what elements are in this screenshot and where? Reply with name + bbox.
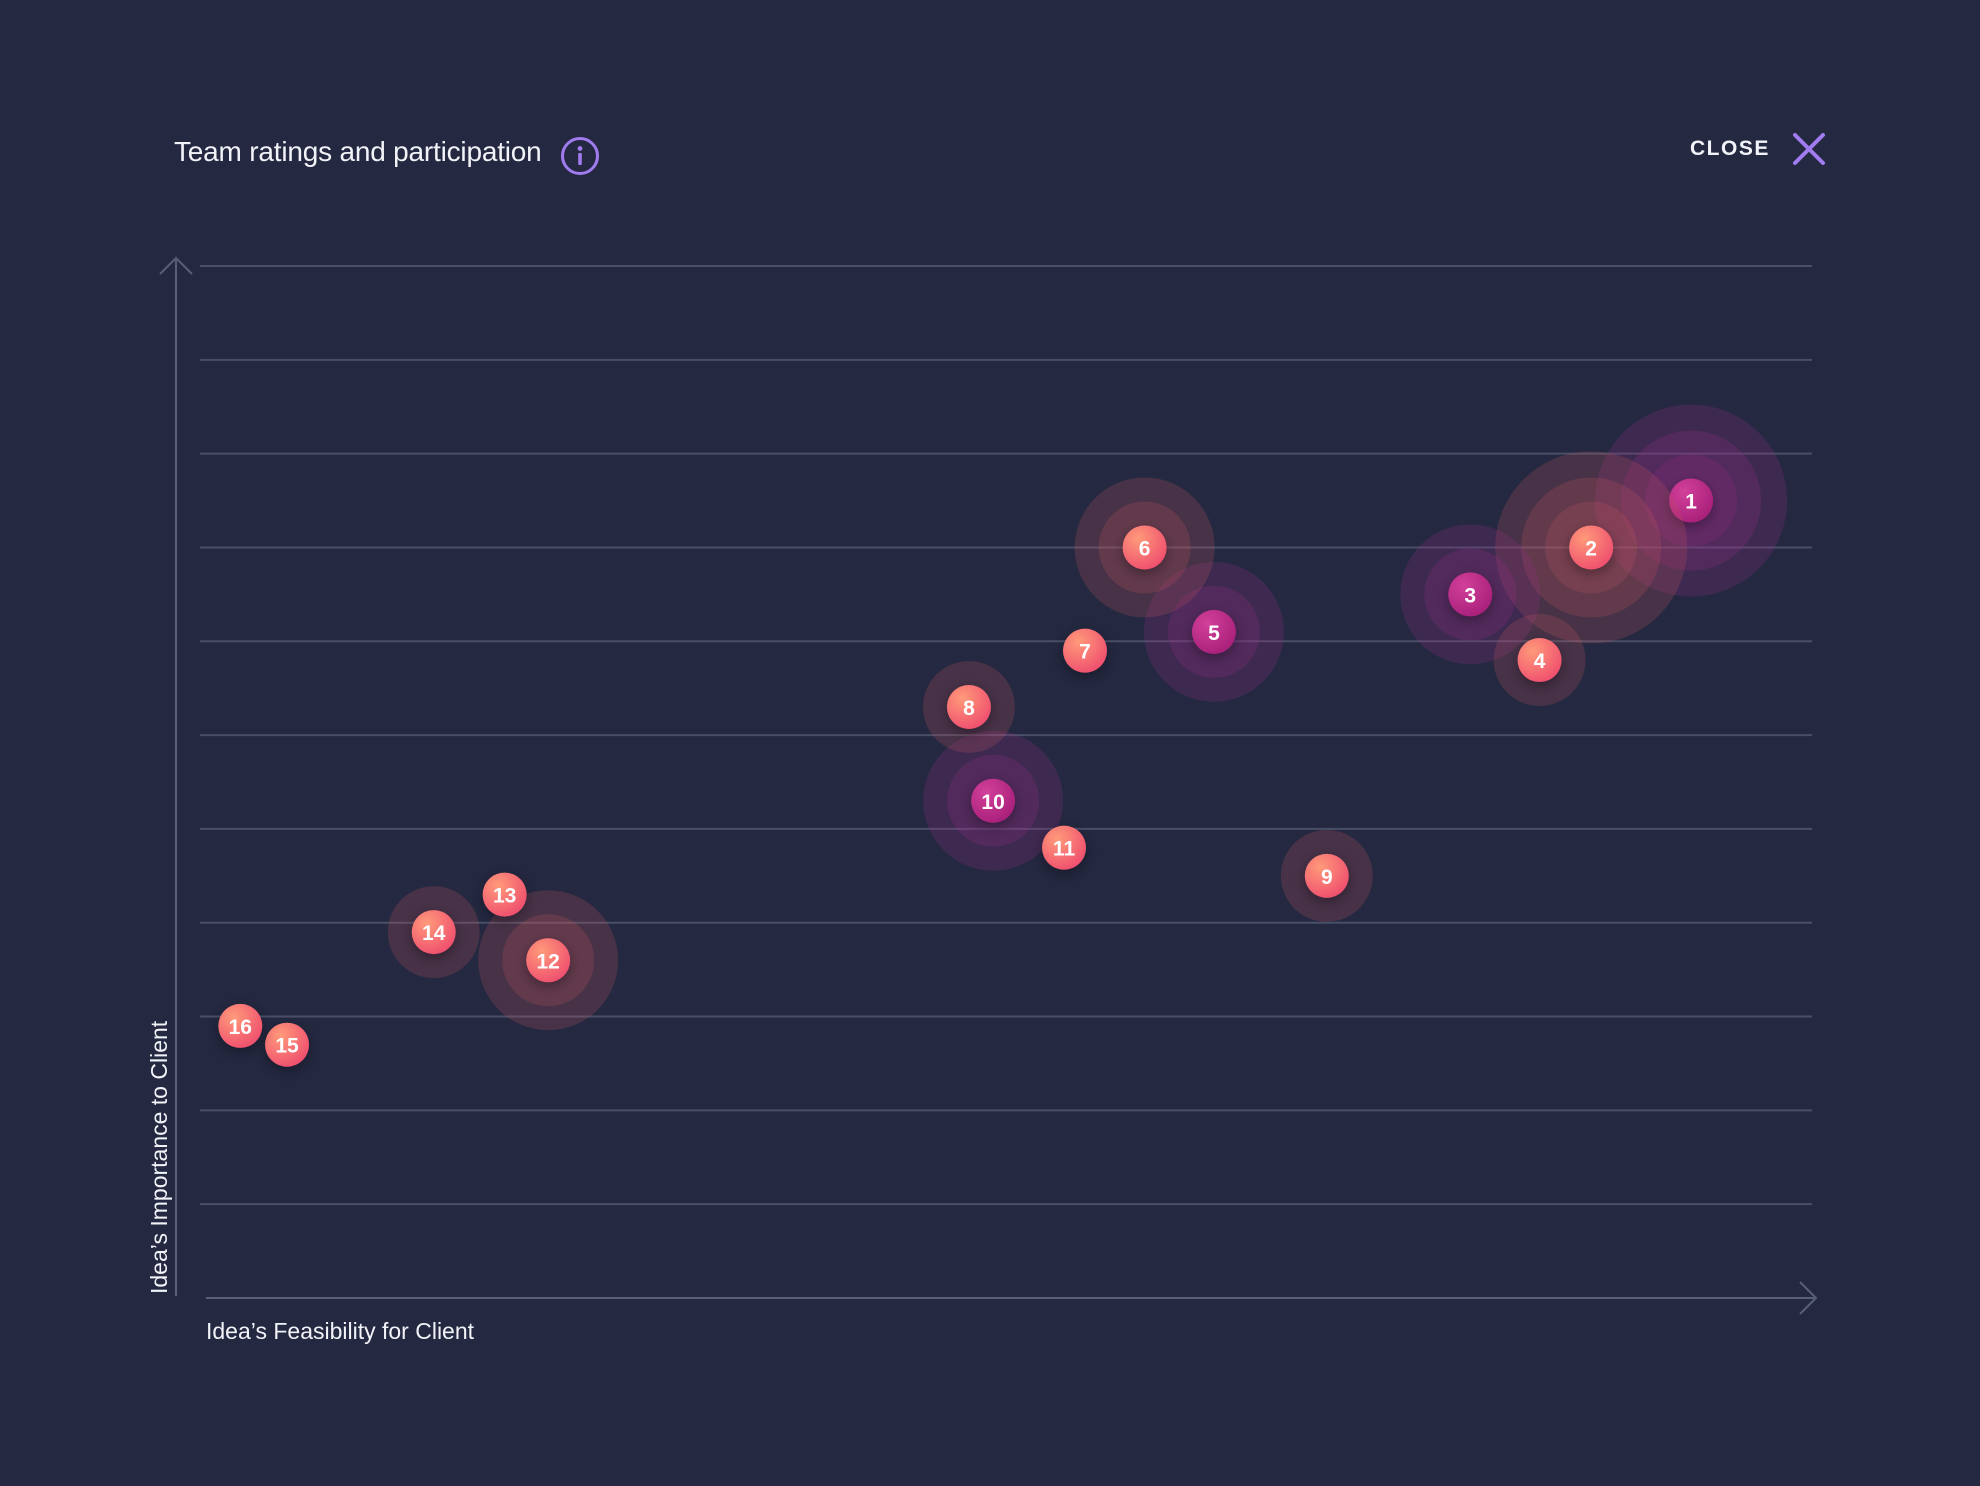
- point-label: 13: [493, 885, 516, 908]
- point-label: 7: [1079, 641, 1091, 664]
- data-point-6[interactable]: 6: [1074, 477, 1215, 618]
- data-point-9[interactable]: 9: [1280, 829, 1373, 922]
- point-label: 15: [275, 1035, 299, 1058]
- point-label: 12: [537, 950, 560, 973]
- data-point-11[interactable]: 11: [1042, 825, 1087, 870]
- data-point-13[interactable]: 13: [482, 872, 527, 917]
- point-label: 6: [1139, 537, 1151, 560]
- point-label: 9: [1321, 866, 1333, 889]
- y-axis-label: Idea’s Importance to Client: [146, 1020, 172, 1294]
- point-label: 16: [229, 1016, 252, 1039]
- scatter-chart: 12356101248914711131516: [159, 256, 1818, 1315]
- point-label: 8: [963, 697, 975, 720]
- point-label: 3: [1464, 584, 1476, 607]
- data-point-16[interactable]: 16: [218, 1003, 263, 1048]
- data-point-4[interactable]: 4: [1493, 614, 1586, 707]
- data-point-8[interactable]: 8: [922, 660, 1015, 753]
- data-point-10[interactable]: 10: [923, 730, 1064, 871]
- point-label: 14: [422, 922, 446, 945]
- x-axis-label: Idea’s Feasibility for Client: [206, 1318, 475, 1344]
- data-point-14[interactable]: 14: [387, 886, 480, 979]
- point-label: 11: [1053, 838, 1076, 861]
- data-point-7[interactable]: 7: [1062, 628, 1107, 673]
- data-point-15[interactable]: 15: [265, 1022, 310, 1067]
- point-label: 4: [1534, 650, 1546, 673]
- point-label: 1: [1685, 491, 1697, 514]
- point-label: 2: [1585, 537, 1597, 560]
- point-label: 10: [981, 791, 1004, 814]
- point-label: 5: [1208, 622, 1220, 645]
